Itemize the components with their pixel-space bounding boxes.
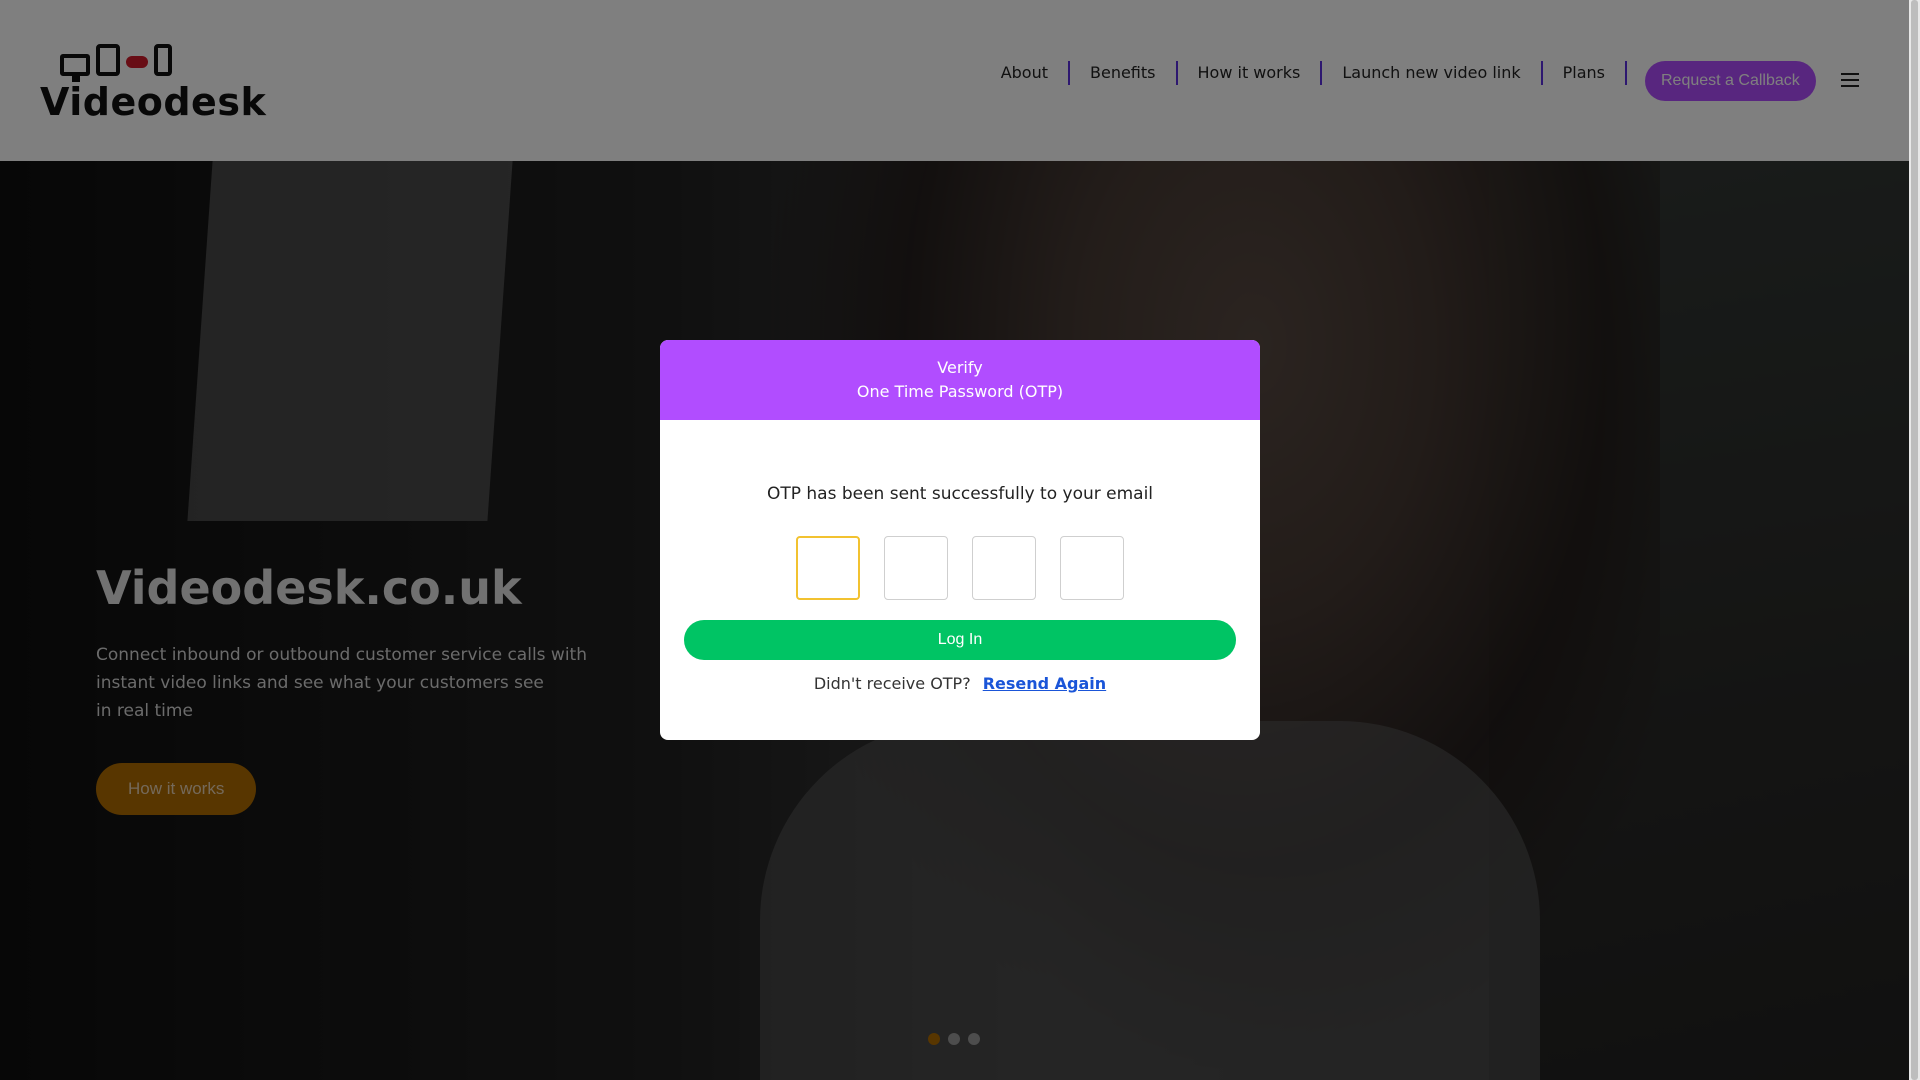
otp-input-group: [796, 536, 1124, 600]
modal-title: Verify: [937, 358, 983, 377]
otp-modal-body: OTP has been sent successfully to your e…: [660, 420, 1260, 740]
otp-digit-2-input[interactable]: [884, 536, 948, 600]
otp-sent-message: OTP has been sent successfully to your e…: [766, 484, 1154, 504]
resend-row: Didn't receive OTP? Resend Again: [660, 674, 1260, 693]
modal-subtitle: One Time Password (OTP): [856, 382, 1064, 401]
login-button[interactable]: Log In: [684, 620, 1236, 660]
resend-again-link[interactable]: Resend Again: [983, 674, 1106, 693]
otp-digit-1-input[interactable]: [796, 536, 860, 600]
page: Videodesk About Benefits How it works La…: [0, 0, 1920, 1080]
page-scrollbar[interactable]: [1909, 0, 1920, 1080]
otp-digit-3-input[interactable]: [972, 536, 1036, 600]
otp-modal: Verify One Time Password (OTP) OTP has b…: [660, 340, 1260, 740]
otp-digit-4-input[interactable]: [1060, 536, 1124, 600]
scrollbar-thumb[interactable]: [1911, 0, 1918, 1080]
resend-prompt: Didn't receive OTP?: [813, 674, 971, 693]
otp-modal-header: Verify One Time Password (OTP): [660, 340, 1260, 420]
